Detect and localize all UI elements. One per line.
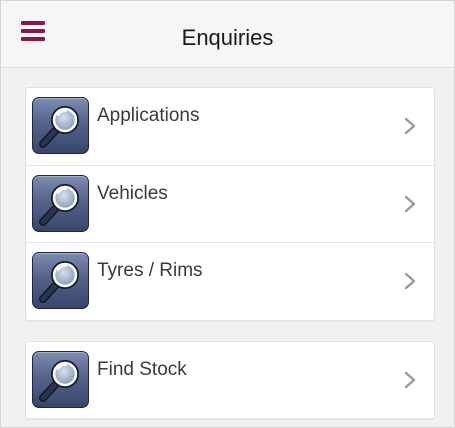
chevron-right-icon — [402, 271, 418, 291]
magnifier-icon — [32, 351, 89, 408]
chevron-right-icon — [402, 116, 418, 136]
menu-item-label: Find Stock — [97, 359, 187, 380]
magnifier-icon — [32, 252, 89, 309]
menu-item-label: Tyres / Rims — [97, 260, 203, 281]
chevron-right-icon — [402, 194, 418, 214]
enquiry-group-main: Applications Vehicles Tyres / Rims — [25, 87, 435, 321]
app-frame: Enquiries Applications Vehicles Tyres / … — [0, 0, 455, 428]
enquiry-group-stock: Find Stock — [25, 341, 435, 419]
magnifier-icon — [32, 97, 89, 154]
menu-item-vehicles[interactable]: Vehicles — [26, 165, 434, 243]
menu-item-find-stock[interactable]: Find Stock — [26, 342, 434, 418]
menu-item-tyres-rims[interactable]: Tyres / Rims — [26, 242, 434, 320]
magnifier-icon — [32, 175, 89, 232]
menu-item-label: Applications — [97, 105, 200, 126]
menu-item-applications[interactable]: Applications — [26, 88, 434, 165]
top-bar: Enquiries — [1, 1, 454, 68]
chevron-right-icon — [402, 370, 418, 390]
menu-item-label: Vehicles — [97, 183, 168, 204]
page-title: Enquiries — [181, 25, 274, 50]
